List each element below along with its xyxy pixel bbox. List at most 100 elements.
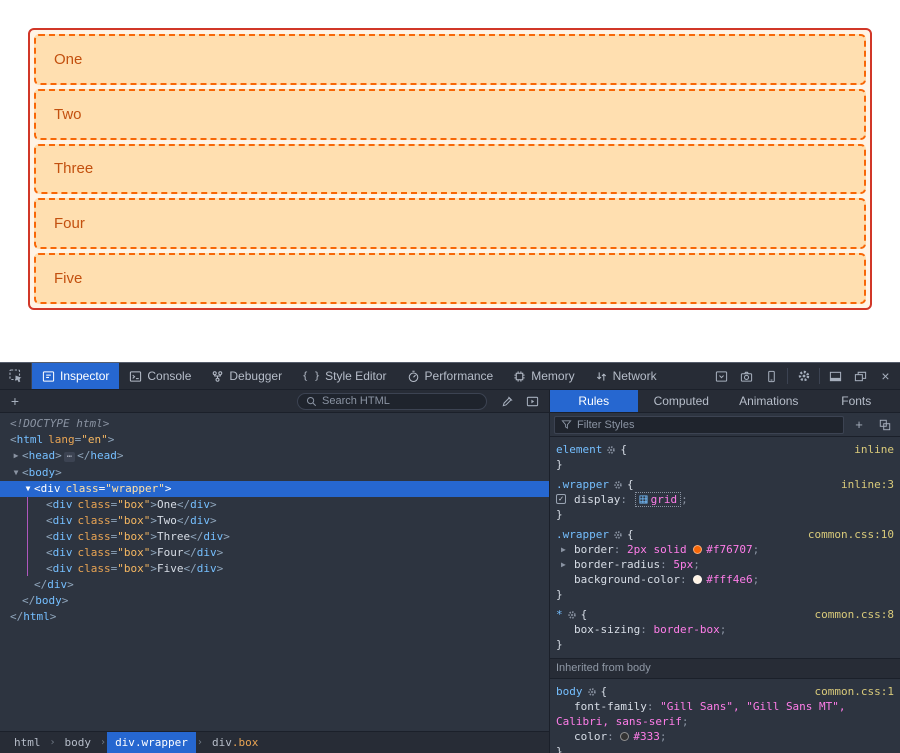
crumb-class: .box bbox=[232, 736, 259, 749]
markup-line[interactable]: ▼<divclass="wrapper"> bbox=[0, 481, 549, 497]
inspector-toolbar: + Search HTML bbox=[0, 390, 549, 413]
rule-source-link[interactable]: common.css:10 bbox=[808, 527, 894, 542]
token-p: > bbox=[210, 498, 217, 511]
sidebar-tab-rules[interactable]: Rules bbox=[550, 390, 638, 412]
markup-line[interactable]: <divclass="box">Three</div> bbox=[0, 529, 549, 545]
markup-line[interactable]: <divclass="box">Four</div> bbox=[0, 545, 549, 561]
markup-line[interactable]: <divclass="box">One</div> bbox=[0, 497, 549, 513]
tab-console[interactable]: Console bbox=[119, 363, 201, 389]
selector-gear-icon[interactable] bbox=[567, 610, 577, 620]
open-brace: { bbox=[601, 685, 608, 698]
iframe-picker-icon bbox=[715, 370, 728, 383]
collapse-arrow-icon[interactable]: ▼ bbox=[10, 465, 22, 481]
sidebar-tab-animations[interactable]: Animations bbox=[725, 390, 813, 412]
sidebar-tab-fonts[interactable]: Fonts bbox=[813, 390, 900, 412]
rule-source-link[interactable]: inline bbox=[854, 442, 894, 457]
token-p: </ bbox=[34, 578, 47, 591]
tab-inspector[interactable]: Inspector bbox=[32, 363, 119, 389]
css-rule: .wrapper{inline:3✓display: grid;} bbox=[550, 475, 900, 525]
markup-line[interactable]: <divclass="box">Two</div> bbox=[0, 513, 549, 529]
color-swatch[interactable] bbox=[693, 545, 702, 554]
tab-label: Performance bbox=[425, 369, 494, 383]
declaration-checkbox[interactable]: ✓ bbox=[556, 494, 566, 504]
grid-display-toggle[interactable]: grid bbox=[635, 492, 682, 507]
expand-shorthand-icon[interactable]: ▶ bbox=[561, 542, 571, 557]
tab-style-editor[interactable]: { }Style Editor bbox=[292, 363, 396, 389]
settings-gear-icon bbox=[797, 369, 811, 383]
close-devtools-button[interactable]: × bbox=[873, 363, 898, 389]
markup-line[interactable]: <htmllang="en"> bbox=[0, 432, 549, 448]
tab-debugger[interactable]: Debugger bbox=[201, 363, 292, 389]
settings-gear-button[interactable] bbox=[791, 363, 816, 389]
css-rule: .wrapper{common.css:10▶border: 2px solid… bbox=[550, 525, 900, 605]
css-declaration[interactable]: color: #333; bbox=[550, 729, 900, 744]
selector-gear-icon[interactable] bbox=[613, 480, 623, 490]
eyedropper-icon[interactable] bbox=[501, 395, 514, 408]
rule-selector[interactable]: element bbox=[556, 443, 602, 456]
rule-selector[interactable]: .wrapper bbox=[556, 528, 609, 541]
breadcrumb-item-div.wrapper[interactable]: div.wrapper bbox=[107, 732, 196, 753]
iframe-picker-button[interactable] bbox=[709, 363, 734, 389]
rule-selector[interactable]: .wrapper bbox=[556, 478, 609, 491]
responsive-design-button[interactable] bbox=[759, 363, 784, 389]
element-picker-button[interactable] bbox=[0, 363, 32, 389]
paint-flashing-icon[interactable] bbox=[526, 395, 539, 408]
collapse-arrow-icon[interactable]: ▼ bbox=[22, 481, 34, 497]
token-text: Two bbox=[157, 514, 177, 527]
rule-selector[interactable]: * bbox=[556, 608, 563, 621]
markup-line[interactable]: </html> bbox=[0, 609, 549, 625]
tab-performance[interactable]: Performance bbox=[397, 363, 504, 389]
markup-line[interactable]: ▼<body> bbox=[0, 465, 549, 481]
filter-styles-input[interactable]: Filter Styles bbox=[554, 416, 844, 434]
class-panel-toggle-button[interactable] bbox=[874, 419, 896, 431]
sidebar-tab-computed[interactable]: Computed bbox=[638, 390, 726, 412]
rule-selector[interactable]: body bbox=[556, 685, 583, 698]
selector-gear-icon[interactable] bbox=[613, 530, 623, 540]
css-declaration[interactable]: ✓display: grid; bbox=[550, 492, 900, 507]
debugger-icon bbox=[211, 370, 224, 383]
tab-label: Debugger bbox=[229, 369, 282, 383]
rule-source-link[interactable]: common.css:1 bbox=[815, 684, 894, 699]
selector-gear-icon[interactable] bbox=[587, 687, 597, 697]
add-rule-button[interactable]: + bbox=[848, 417, 870, 432]
token-val: "box" bbox=[117, 514, 150, 527]
breadcrumb-item-div.box[interactable]: div.box bbox=[204, 732, 266, 753]
property-value: 2px solid bbox=[627, 543, 693, 556]
token-p: > bbox=[150, 498, 157, 511]
add-node-button[interactable]: + bbox=[0, 390, 30, 412]
css-declaration[interactable]: box-sizing: border-box; bbox=[550, 622, 900, 637]
selector-gear-icon[interactable] bbox=[606, 445, 616, 455]
markup-line[interactable]: <divclass="box">Five</div> bbox=[0, 561, 549, 577]
token-p: </ bbox=[10, 610, 23, 623]
css-declaration[interactable]: background-color: #fff4e6; bbox=[550, 572, 900, 587]
grid-icon[interactable] bbox=[639, 495, 648, 504]
separate-window-button[interactable] bbox=[848, 363, 873, 389]
token-p: > bbox=[217, 546, 224, 559]
breadcrumb-item-html[interactable]: html bbox=[6, 732, 49, 753]
markup-line[interactable]: ▶<head>⋯</head> bbox=[0, 448, 549, 465]
expand-arrow-icon[interactable]: ▶ bbox=[10, 448, 22, 464]
dock-to-bottom-button[interactable] bbox=[823, 363, 848, 389]
css-declaration[interactable]: ▶border-radius: 5px; bbox=[550, 557, 900, 572]
screenshot-icon bbox=[740, 370, 753, 383]
grid-box-four: Four bbox=[34, 198, 866, 249]
open-brace: { bbox=[627, 478, 634, 491]
expand-shorthand-icon[interactable]: ▶ bbox=[561, 557, 571, 572]
markup-line[interactable]: </body> bbox=[0, 593, 549, 609]
inspector-icon bbox=[42, 370, 55, 383]
tab-network[interactable]: Network bbox=[585, 363, 667, 389]
rule-source-link[interactable]: inline:3 bbox=[841, 477, 894, 492]
breadcrumb-item-body[interactable]: body bbox=[57, 732, 100, 753]
css-declaration[interactable]: ▶border: 2px solid #f76707; bbox=[550, 542, 900, 557]
rule-source-link[interactable]: common.css:8 bbox=[815, 607, 894, 622]
search-html-input[interactable]: Search HTML bbox=[297, 393, 487, 410]
property-value: #f76707 bbox=[706, 543, 752, 556]
color-swatch[interactable] bbox=[693, 575, 702, 584]
token-p: < bbox=[10, 433, 17, 446]
color-swatch[interactable] bbox=[620, 732, 629, 741]
screenshot-button[interactable] bbox=[734, 363, 759, 389]
markup-line[interactable]: <!DOCTYPE html> bbox=[0, 416, 549, 432]
css-declaration[interactable]: font-family: "Gill Sans", "Gill Sans MT"… bbox=[550, 699, 900, 729]
tab-memory[interactable]: Memory bbox=[503, 363, 584, 389]
markup-line[interactable]: </div> bbox=[0, 577, 549, 593]
